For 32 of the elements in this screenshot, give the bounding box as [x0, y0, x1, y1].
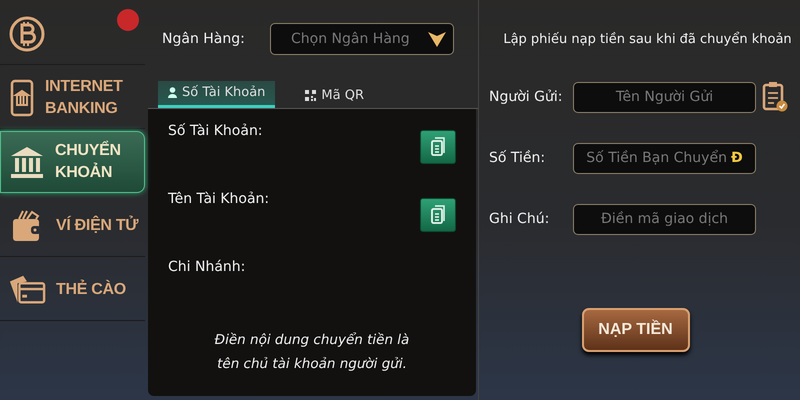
deposit-button[interactable]: NẠP TIỀN	[582, 308, 690, 352]
tab[interactable]: Mã QR	[295, 84, 374, 108]
qr-icon	[305, 90, 316, 101]
input-field[interactable]: Điền mã giao dịch	[573, 204, 756, 234]
input-field[interactable]: Tên Người Gửi	[573, 82, 756, 112]
instruction-note: Điền nội dung chuyển tiền là tên chủ tài khoản người gửi.	[214, 331, 410, 374]
field-label: Chi Nhánh:	[168, 259, 246, 275]
bank-label: Ngân Hàng:	[162, 31, 246, 47]
person-icon	[168, 87, 177, 98]
field-label: Tên Tài Khoản:	[168, 191, 270, 207]
caret-icon	[427, 29, 447, 49]
field-label: Ghi Chú:	[489, 211, 550, 227]
field-label: Số Tài Khoản:	[168, 123, 263, 139]
tab[interactable]: Số Tài Khoản	[158, 81, 276, 108]
sidebar-item[interactable]: VÍ ĐIỆN TỬ	[0, 195, 145, 257]
sidebar-item[interactable]: INTERNET BANKING	[0, 67, 145, 129]
bank-icon	[9, 144, 45, 180]
clipboard-check-icon	[762, 81, 788, 113]
bank-dropdown[interactable]: Chọn Ngân Hàng	[270, 23, 454, 55]
sidebar-item[interactable]: CHUYỂN KHOẢN	[0, 131, 145, 193]
input-field[interactable]: Số Tiền Bạn Chuyển Đ	[573, 142, 756, 174]
copy-button[interactable]	[420, 130, 456, 164]
bitcoin-icon	[9, 16, 45, 52]
wallet-icon	[11, 208, 43, 242]
form-title: Lập phiếu nạp tiền sau khi đã chuyển khoản	[502, 32, 793, 47]
field-label: Người Gửi:	[489, 89, 564, 105]
copy-button[interactable]	[420, 198, 456, 232]
copy-icon	[430, 205, 446, 225]
sidebar-item[interactable]: THẺ CÀO	[0, 259, 145, 321]
copy-icon	[430, 137, 446, 157]
phone-bank-icon	[10, 78, 34, 116]
field-label: Số Tiền:	[489, 150, 546, 166]
